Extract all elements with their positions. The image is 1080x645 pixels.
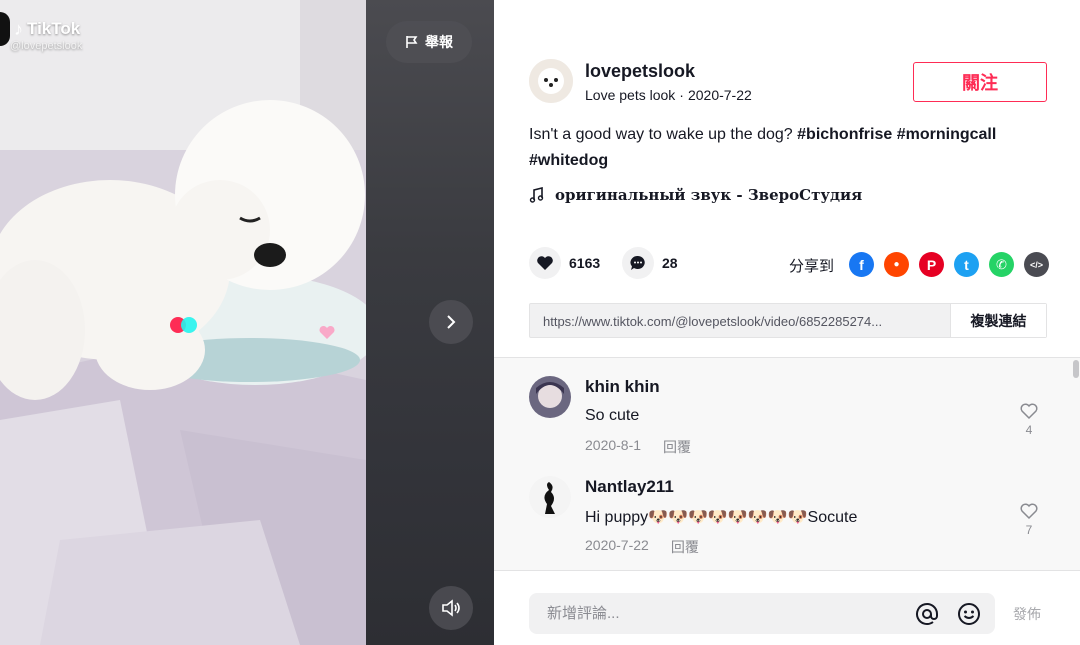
embed-icon[interactable]: </> bbox=[1024, 252, 1049, 277]
dog-emoji-icon: 🐶 bbox=[787, 509, 808, 526]
author-display-name: Love pets look bbox=[585, 87, 676, 103]
detail-panel: lovepetslook Love pets look · 2020-7-22 … bbox=[494, 0, 1080, 645]
report-button[interactable]: 舉報 bbox=[386, 21, 472, 63]
video-player[interactable]: ♪ TikTok @lovepetslook 舉報 bbox=[0, 0, 494, 645]
author-avatar-image bbox=[529, 59, 573, 103]
heart-outline-icon bbox=[1020, 503, 1038, 520]
comment-text: Hi puppy🐶🐶🐶🐶🐶🐶🐶🐶Socute bbox=[585, 509, 858, 526]
comment-bubble-icon bbox=[630, 255, 645, 270]
music-title: оригинальный звук - ЗвероСтудия bbox=[555, 186, 863, 204]
copy-link-button[interactable]: 複製連結 bbox=[950, 304, 1046, 337]
next-video-button[interactable] bbox=[429, 300, 473, 344]
comment-meta: 2020-7-22 回覆 bbox=[585, 537, 699, 557]
dog-emoji-icon: 🐶 bbox=[727, 509, 748, 526]
share-link-text[interactable]: https://www.tiktok.com/@lovepetslook/vid… bbox=[530, 304, 950, 337]
reply-button[interactable]: 回覆 bbox=[663, 437, 691, 457]
share-label: 分享到 bbox=[789, 258, 835, 275]
report-label: 舉報 bbox=[425, 34, 453, 50]
comment-date: 2020-8-1 bbox=[585, 437, 642, 453]
reddit-icon[interactable]: ● bbox=[884, 252, 909, 277]
follow-button[interactable]: 關注 bbox=[913, 62, 1047, 102]
dog-emoji-icon: 🐶 bbox=[767, 509, 788, 526]
comment-scrollbar[interactable] bbox=[1072, 358, 1080, 570]
commenter-avatar-image bbox=[529, 376, 571, 418]
share-icons: f ● P t ✆ </> bbox=[849, 252, 1049, 277]
chevron-right-icon bbox=[447, 315, 456, 329]
commenter-username[interactable]: Nantlay211 bbox=[585, 477, 674, 497]
author-avatar[interactable] bbox=[529, 59, 573, 103]
commenter-avatar[interactable] bbox=[529, 476, 571, 518]
commenter-username[interactable]: khin khin bbox=[585, 377, 660, 397]
caption-text: Isn't a good way to wake up the dog? bbox=[529, 126, 793, 143]
at-icon[interactable] bbox=[913, 600, 941, 628]
facebook-icon[interactable]: f bbox=[849, 252, 874, 277]
music-link[interactable]: оригинальный звук - ЗвероСтудия bbox=[529, 186, 862, 204]
scroll-thumb[interactable] bbox=[1073, 360, 1079, 378]
author-username[interactable]: lovepetslook bbox=[585, 61, 695, 82]
dog-emoji-icon: 🐶 bbox=[747, 509, 768, 526]
like-action: 6163 bbox=[529, 247, 600, 279]
comment-button[interactable] bbox=[622, 247, 654, 279]
hashtag-link[interactable]: #bichonfrise bbox=[797, 126, 892, 143]
composer-divider bbox=[494, 570, 1080, 571]
comment-list[interactable]: khin khin So cute 2020-8-1 回覆 4 Nantlay2… bbox=[494, 358, 1080, 570]
comment-composer bbox=[529, 593, 995, 634]
comment-text: So cute bbox=[585, 407, 640, 424]
post-caption: Isn't a good way to wake up the dog? #bi… bbox=[529, 122, 1049, 174]
watermark-username: @lovepetslook bbox=[10, 40, 83, 52]
at-icon-glyph bbox=[916, 602, 938, 625]
comment-like[interactable]: 7 bbox=[1018, 502, 1040, 537]
volume-button[interactable] bbox=[429, 586, 473, 630]
comment-count: 28 bbox=[662, 255, 678, 271]
flag-icon bbox=[406, 36, 418, 48]
volume-icon bbox=[442, 599, 460, 617]
dog-emoji-icon: 🐶 bbox=[707, 509, 728, 526]
comment-like-count: 4 bbox=[1025, 423, 1033, 437]
hashtag-link[interactable]: #whitedog bbox=[529, 152, 608, 169]
commenter-avatar[interactable] bbox=[529, 376, 571, 418]
dog-emoji-icon: 🐶 bbox=[668, 509, 688, 526]
dog-emoji-icon: 🐶 bbox=[648, 509, 669, 526]
post-comment-button[interactable]: 發佈 bbox=[1013, 604, 1041, 624]
video-image bbox=[0, 0, 366, 645]
pinterest-icon[interactable]: P bbox=[919, 252, 944, 277]
heart-outline-icon bbox=[1020, 403, 1038, 420]
commenter-avatar-image bbox=[529, 476, 571, 518]
tiktok-logo-icon: ♪ bbox=[14, 18, 23, 39]
smiley-icon-glyph bbox=[958, 602, 980, 625]
meta-separator: · bbox=[679, 87, 684, 103]
watermark-brand: TikTok bbox=[27, 19, 81, 38]
author-meta: Love pets look · 2020-7-22 bbox=[585, 87, 752, 103]
watermark-avatar bbox=[0, 12, 10, 46]
comment-action: 28 bbox=[622, 247, 678, 279]
whatsapp-icon[interactable]: ✆ bbox=[989, 252, 1014, 277]
hashtag-link[interactable]: #morningcall bbox=[897, 126, 997, 143]
share-link-box: https://www.tiktok.com/@lovepetslook/vid… bbox=[529, 303, 1047, 338]
video-frame[interactable] bbox=[0, 0, 366, 645]
comment-like-count: 7 bbox=[1025, 523, 1033, 537]
post-date: 2020-7-22 bbox=[687, 87, 752, 103]
comment-date: 2020-7-22 bbox=[585, 537, 649, 553]
smiley-icon[interactable] bbox=[955, 600, 983, 628]
comment-input[interactable] bbox=[547, 605, 899, 622]
reply-button[interactable]: 回覆 bbox=[671, 537, 699, 557]
twitter-icon[interactable]: t bbox=[954, 252, 979, 277]
like-count: 6163 bbox=[569, 255, 601, 271]
dog-emoji-icon: 🐶 bbox=[688, 509, 708, 526]
heart-icon bbox=[537, 256, 553, 270]
music-note-icon bbox=[529, 187, 544, 203]
like-button[interactable] bbox=[529, 247, 561, 279]
comment-meta: 2020-8-1 回覆 bbox=[585, 437, 691, 457]
comment-like[interactable]: 4 bbox=[1018, 402, 1040, 437]
